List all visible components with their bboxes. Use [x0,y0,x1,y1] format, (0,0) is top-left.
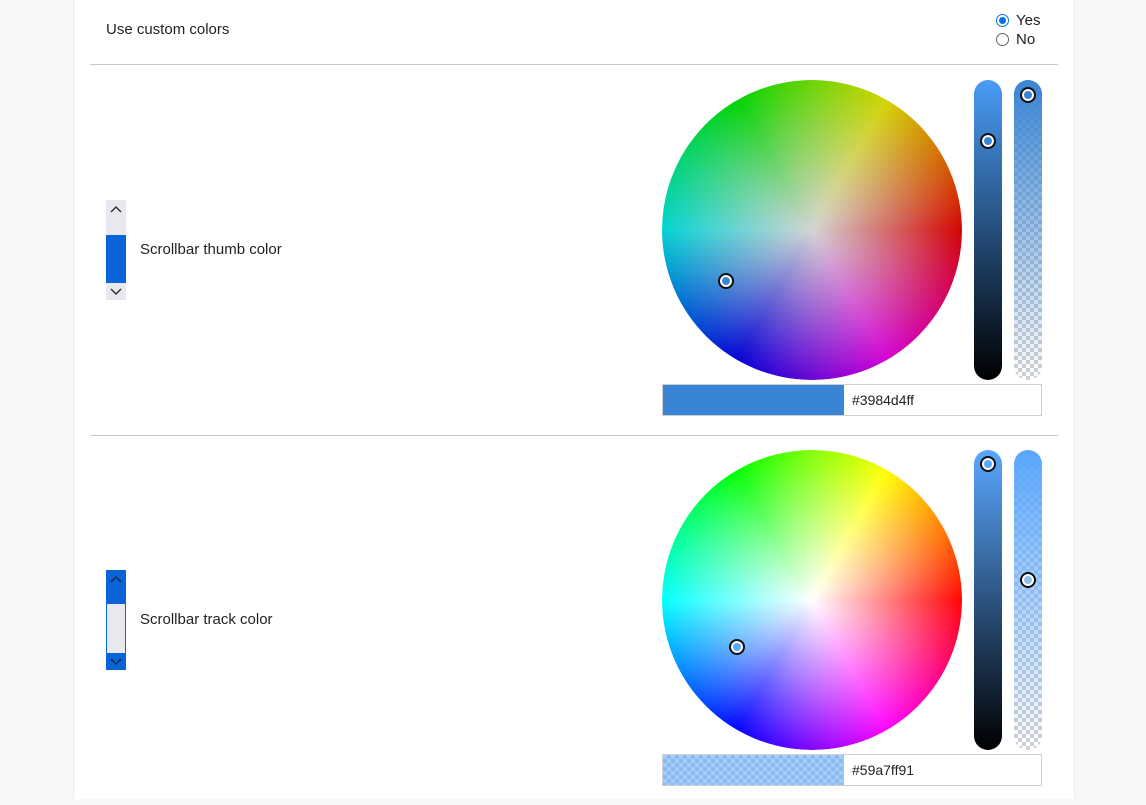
thumb-color-wheel[interactable] [662,80,962,380]
track-hex-bar [662,754,1042,786]
scroll-up-icon [106,570,126,587]
scroll-up-icon [106,200,126,217]
scroll-down-icon [106,283,126,300]
scrollbar-track [106,604,126,653]
thumb-hex-bar [662,384,1042,416]
thumb-color-label: Scrollbar thumb color [140,241,282,258]
radio-yes[interactable]: Yes [996,11,1040,30]
thumb-wheel-handle[interactable] [718,273,734,289]
custom-colors-radio-group: Yes No [996,11,1040,49]
thumb-color-row: Scrollbar thumb color [90,65,1058,436]
thumb-alpha-slider[interactable] [1014,80,1042,380]
radio-yes-circle[interactable] [996,14,1009,27]
thumb-preview-scrollbar [106,200,126,300]
thumb-brightness-handle[interactable] [980,133,996,149]
thumb-hex-input[interactable] [844,385,1041,415]
track-hex-input[interactable] [844,755,1041,785]
track-color-wheel[interactable] [662,450,962,750]
track-color-swatch [663,755,844,785]
radio-no-circle[interactable] [996,33,1009,46]
radio-yes-label: Yes [1016,12,1041,29]
track-color-label: Scrollbar track color [140,611,273,628]
track-alpha-slider[interactable] [1014,450,1042,750]
track-brightness-handle[interactable] [980,456,996,472]
scrollbar-thumb [106,235,126,283]
settings-panel: Use custom colors Yes No Scrollbar thumb… [73,0,1075,799]
scroll-down-icon [106,653,126,670]
track-thumb [106,587,126,604]
track-color-row: Scrollbar track color [90,435,1058,805]
custom-colors-label: Use custom colors [106,21,230,38]
track-preview-scrollbar [106,570,126,670]
thumb-color-swatch [663,385,844,415]
track-brightness-slider[interactable] [974,450,1002,750]
radio-no-label: No [1016,31,1036,48]
radio-no[interactable]: No [996,30,1040,49]
thumb-alpha-handle[interactable] [1020,87,1036,103]
custom-colors-row: Use custom colors Yes No [90,0,1058,65]
thumb-brightness-slider[interactable] [974,80,1002,380]
track-alpha-handle[interactable] [1020,572,1036,588]
track-wheel-handle[interactable] [729,639,745,655]
